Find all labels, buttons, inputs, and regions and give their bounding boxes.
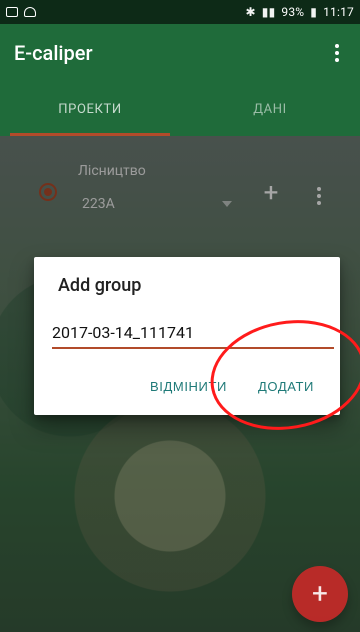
tab-label: ПРОЕКТИ: [58, 101, 122, 117]
screen: ✱ ▮▮ 93% ▮ 11:17 E-caliper ПРОЕКТИ ДАНІ …: [0, 0, 360, 632]
tabs: ПРОЕКТИ ДАНІ: [0, 82, 360, 136]
tab-projects[interactable]: ПРОЕКТИ: [0, 82, 180, 136]
tab-label: ДАНІ: [253, 101, 287, 117]
time: 11:17: [323, 5, 354, 19]
status-bar-left: [6, 7, 36, 17]
dot: [335, 51, 339, 55]
signal-icon: ▮▮: [261, 5, 276, 19]
status-bar-right: ✱ ▮▮ 93% ▮ 11:17: [246, 5, 354, 19]
fab-add-button[interactable]: +: [292, 566, 348, 622]
battery-percent: 93%: [281, 5, 305, 19]
notification-icon: [6, 7, 18, 17]
wifi-icon: [24, 7, 36, 17]
dot: [335, 44, 339, 48]
plus-icon: +: [312, 577, 328, 610]
app-title: E-caliper: [14, 41, 93, 65]
overflow-menu-icon[interactable]: [328, 41, 346, 65]
dialog-title: Add group: [58, 275, 142, 296]
app-bar: E-caliper: [0, 24, 360, 82]
bluetooth-icon: ✱: [245, 5, 256, 19]
status-bar: ✱ ▮▮ 93% ▮ 11:17: [0, 0, 360, 24]
dot: [335, 58, 339, 62]
tab-data[interactable]: ДАНІ: [180, 82, 360, 136]
battery-icon: ▮: [310, 5, 318, 19]
